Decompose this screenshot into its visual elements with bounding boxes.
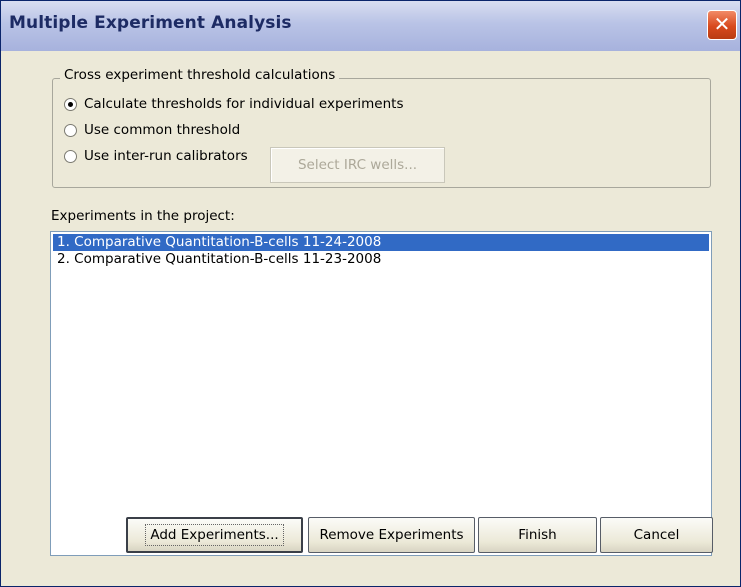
title-bar[interactable]: Multiple Experiment Analysis ✕ [1,1,740,51]
add-experiments-label: Add Experiments... [145,524,284,546]
radio-unselected-icon[interactable] [64,149,77,163]
dialog-content: Cross experiment threshold calculations … [1,51,740,586]
radio-inter-run-calibrators[interactable]: Use inter-run calibrators [64,148,248,164]
radio-unselected-icon[interactable] [64,123,77,137]
radio-selected-icon[interactable] [64,97,77,111]
window-title: Multiple Experiment Analysis [9,13,292,33]
radio-common-threshold[interactable]: Use common threshold [64,122,240,138]
list-item[interactable]: 2. Comparative Quantitation-B-cells 11-2… [53,251,709,268]
select-irc-wells-button: Select IRC wells... [270,147,445,183]
radio-individual-thresholds[interactable]: Calculate thresholds for individual expe… [64,96,403,112]
close-icon[interactable]: ✕ [707,10,737,40]
remove-experiments-button[interactable]: Remove Experiments [308,517,475,553]
experiments-listbox[interactable]: 1. Comparative Quantitation-B-cells 11-2… [50,231,712,556]
radio-label-common: Use common threshold [84,122,241,138]
experiments-list-label: Experiments in the project: [51,208,235,224]
threshold-group-legend: Cross experiment threshold calculations [60,67,340,83]
finish-button[interactable]: Finish [478,517,597,553]
radio-label-individual: Calculate thresholds for individual expe… [84,96,404,112]
cancel-button[interactable]: Cancel [600,517,713,553]
add-experiments-button[interactable]: Add Experiments... [126,517,303,553]
radio-label-irc: Use inter-run calibrators [84,148,248,164]
dialog-window: Multiple Experiment Analysis ✕ Cross exp… [0,0,741,587]
list-item[interactable]: 1. Comparative Quantitation-B-cells 11-2… [53,234,709,251]
